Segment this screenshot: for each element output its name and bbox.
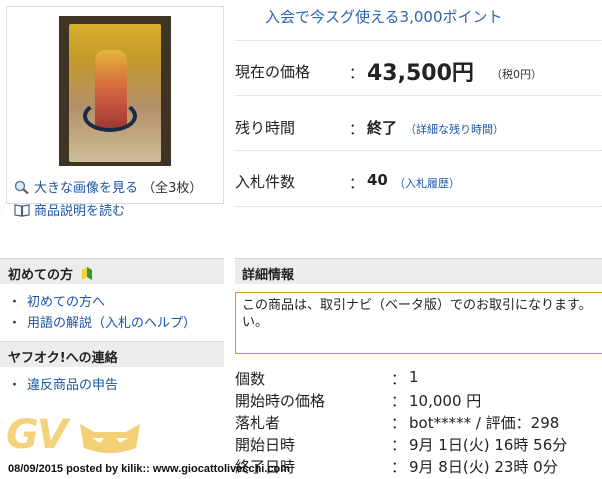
divider	[235, 95, 602, 96]
current-price: 43,500円	[367, 61, 474, 86]
detail-row-start-date: 開始日時： 9月 1日(火) 16時 56分	[235, 436, 568, 454]
sidebar-link-glossary[interactable]: ・用語の解説（入札のヘルプ）	[8, 312, 196, 331]
transaction-notice: この商品は、取引ナビ（ベータ版）でのお取引になります。 い。	[235, 292, 602, 354]
bid-history-link[interactable]: （入札履歴）	[394, 175, 460, 191]
detail-info-heading: 詳細情報	[235, 258, 602, 284]
detail-row-end-date: 終了日時： 9月 8日(火) 23時 0分	[235, 458, 558, 476]
detailed-time-link[interactable]: （詳細な残り時間）	[405, 121, 504, 137]
divider	[235, 150, 602, 151]
magnifier-icon	[14, 180, 30, 195]
bid-count-colon: ：	[349, 174, 365, 192]
notice-text: この商品は、取引ナビ（ベータ版）でのお取引になります。 い。	[242, 298, 592, 330]
sidebar-link-beginner-guide[interactable]: ・初めての方へ	[8, 291, 105, 310]
detail-row-winner: 落札者： bot***** / 評価：298	[235, 414, 560, 432]
signup-points-link[interactable]: 入会で今スグ使える3,000ポイント	[265, 6, 503, 27]
sidebar-link-report-violation[interactable]: ・違反商品の申告	[8, 374, 118, 393]
detail-row-quantity: 個数： 1	[235, 368, 419, 388]
item-thumbnail[interactable]	[59, 16, 171, 166]
read-description-label: 商品説明を読む	[34, 204, 126, 219]
price-label: 現在の価格	[235, 63, 311, 81]
beginner-leaf-icon	[81, 266, 93, 285]
mask-logo-icon	[76, 418, 144, 458]
enlarge-image-link[interactable]: 大きな画像を見る （全3枚）	[14, 177, 202, 196]
divider	[235, 40, 602, 41]
image-count: （全3枚）	[142, 181, 203, 196]
time-left-value: 終了	[367, 119, 398, 137]
divider	[235, 206, 602, 207]
detail-row-start-price: 開始時の価格： 10,000 円	[235, 392, 482, 410]
bid-count-label: 入札件数	[235, 173, 296, 191]
watermark-logo: GV	[6, 412, 68, 458]
beginner-heading-text: 初めての方	[8, 268, 74, 283]
tax-amount: （税0円）	[491, 68, 542, 81]
beginner-section-heading: 初めての方	[0, 258, 224, 284]
book-icon	[14, 203, 30, 217]
enlarge-image-label: 大きな画像を見る	[34, 181, 139, 196]
watermark-credit: 08/09/2015 posted by kilik:: www.giocatt…	[8, 463, 291, 475]
price-colon: ：	[349, 64, 365, 82]
bid-count-value: 40	[367, 171, 388, 189]
contact-section-heading: ヤフオク!への連絡	[0, 341, 224, 367]
time-left-colon: ：	[349, 120, 365, 138]
read-description-link[interactable]: 商品説明を読む	[14, 200, 125, 219]
time-left-label: 残り時間	[235, 119, 296, 137]
